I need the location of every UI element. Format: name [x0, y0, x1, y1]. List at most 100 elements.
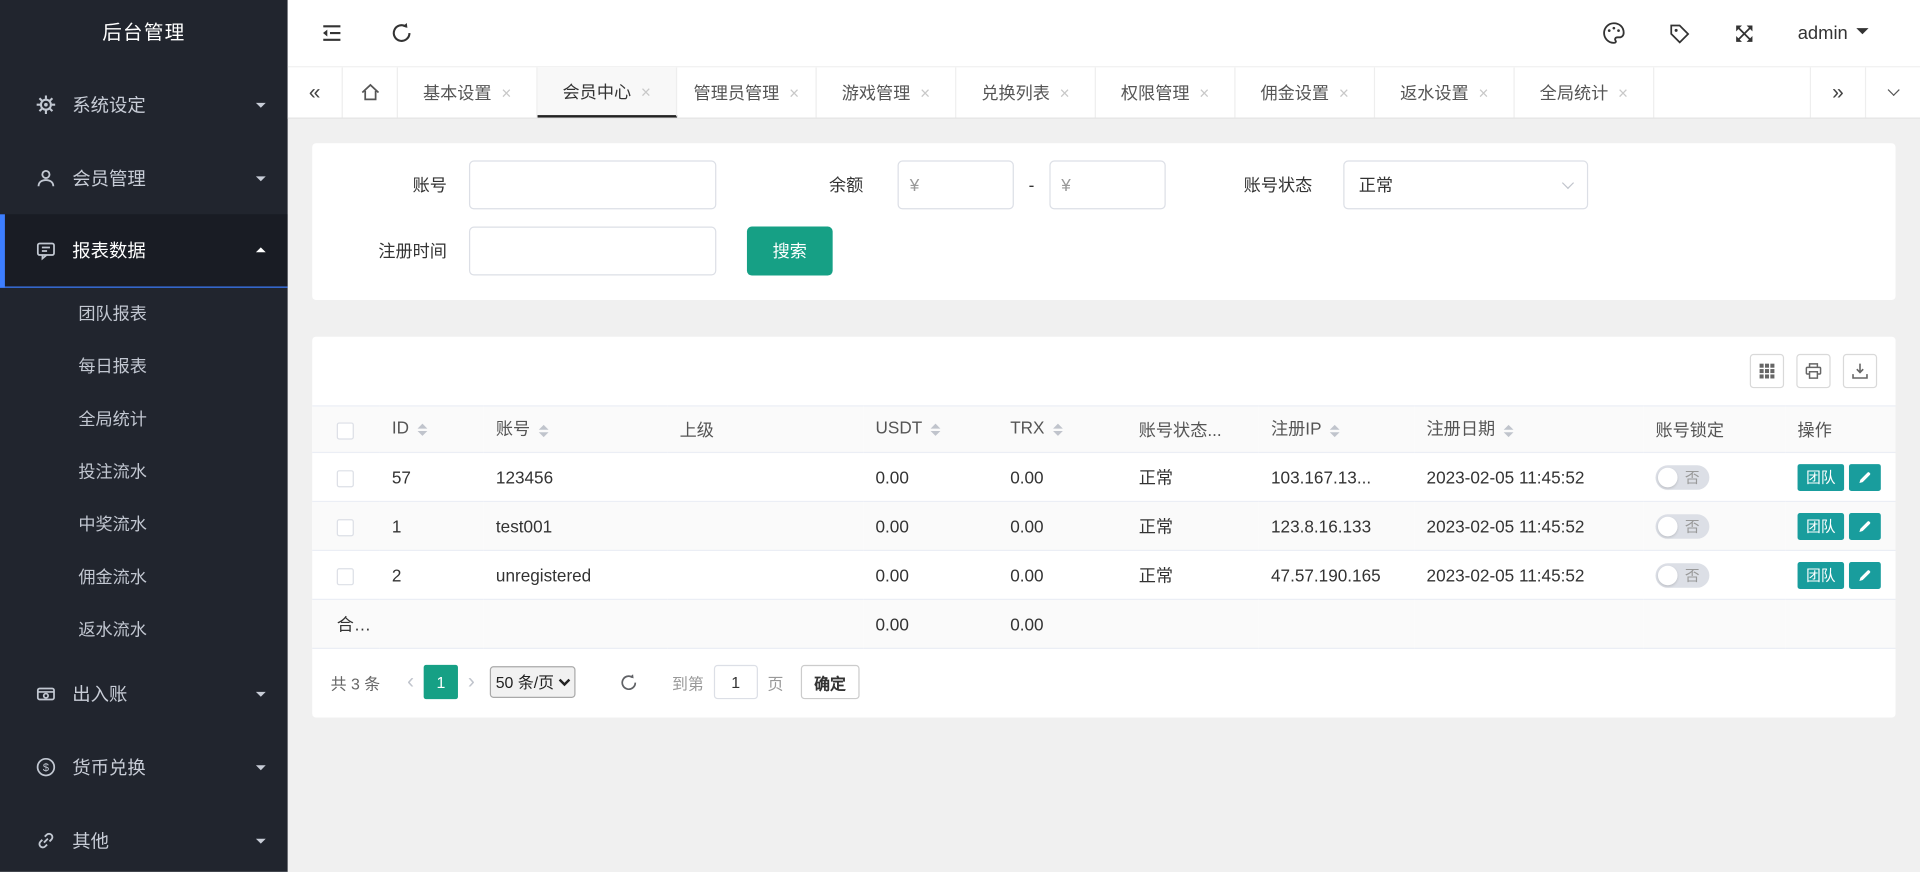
lock-toggle[interactable]: 否	[1656, 514, 1710, 538]
status-select[interactable]: 正常	[1343, 160, 1588, 209]
currency-symbol: ¥	[910, 175, 920, 195]
edit-button[interactable]	[1849, 561, 1881, 588]
close-icon[interactable]: ×	[920, 83, 930, 103]
sort-icon[interactable]	[931, 418, 941, 440]
sidebar-item-currency-exchange[interactable]: $ 货币兑换	[0, 730, 288, 803]
range-separator: -	[1029, 175, 1035, 195]
column-header-trx: TRX	[1010, 418, 1044, 438]
sidebar-item-member-management[interactable]: 会员管理	[0, 141, 288, 214]
close-icon[interactable]: ×	[641, 81, 651, 101]
sidebar-item-in-out-accounts[interactable]: 出入账	[0, 656, 288, 729]
sidebar-subitem-commission-flow[interactable]: 佣金流水	[0, 551, 288, 604]
tab-permission-management[interactable]: 权限管理×	[1096, 67, 1236, 117]
cell-ip: 123.8.16.133	[1259, 501, 1415, 550]
column-filter-button[interactable]	[1750, 354, 1784, 388]
column-header-usdt: USDT	[876, 418, 923, 438]
sort-icon[interactable]	[1330, 420, 1340, 442]
column-header-account: 账号	[496, 419, 530, 439]
scroll-tabs-right-button[interactable]: »	[1810, 67, 1865, 117]
export-button[interactable]	[1843, 354, 1877, 388]
column-header-lock: 账号锁定	[1656, 419, 1725, 439]
next-page-button[interactable]: ›	[468, 670, 475, 694]
theme-button[interactable]	[1602, 21, 1626, 45]
row-checkbox[interactable]	[337, 470, 354, 487]
cell-usdt: 0.00	[863, 501, 998, 550]
chevron-down-icon	[256, 765, 266, 775]
goto-page-input[interactable]	[714, 665, 758, 699]
close-icon[interactable]: ×	[1339, 83, 1349, 103]
chevron-down-icon	[1856, 28, 1868, 40]
sidebar-item-label: 出入账	[72, 680, 256, 706]
tab-label: 游戏管理	[842, 80, 911, 104]
cell-date: 2023-02-05 11:45:52	[1414, 501, 1643, 550]
team-button[interactable]: 团队	[1798, 561, 1845, 588]
tab-label: 全局统计	[1540, 80, 1609, 104]
column-header-parent: 上级	[680, 419, 714, 439]
summary-label: 合计	[312, 599, 379, 648]
search-button[interactable]: 搜索	[747, 227, 833, 276]
register-time-label: 注册时间	[337, 239, 447, 263]
tab-game-management[interactable]: 游戏管理 ×	[817, 67, 957, 117]
print-button[interactable]	[1796, 354, 1830, 388]
tab-basic-settings[interactable]: 基本设置×	[398, 67, 538, 117]
content-area: 账号 余额 ¥ - ¥ 账号状态 正常	[288, 119, 1920, 872]
close-icon[interactable]: ×	[1199, 83, 1209, 103]
tab-member-center[interactable]: 会员中心×	[538, 67, 678, 117]
select-all-checkbox[interactable]	[337, 422, 354, 439]
scroll-tabs-left-button[interactable]: «	[288, 67, 343, 117]
lock-toggle[interactable]: 否	[1656, 465, 1710, 489]
lock-toggle[interactable]: 否	[1656, 563, 1710, 587]
toggle-label: 否	[1685, 516, 1700, 537]
close-icon[interactable]: ×	[1060, 83, 1070, 103]
collapse-sidebar-button[interactable]	[320, 21, 344, 45]
sidebar-item-other[interactable]: 其他	[0, 803, 288, 872]
pencil-icon	[1858, 470, 1873, 485]
close-icon[interactable]: ×	[501, 83, 511, 103]
sort-icon[interactable]	[1053, 418, 1063, 440]
tab-exchange-list[interactable]: 兑换列表×	[956, 67, 1096, 117]
row-checkbox[interactable]	[337, 568, 354, 585]
page-size-select[interactable]: 50 条/页	[490, 666, 576, 698]
tab-commission-settings[interactable]: 佣金设置×	[1236, 67, 1376, 117]
balance-max-field: ¥	[1049, 160, 1165, 209]
sidebar-subitem-win-flow[interactable]: 中奖流水	[0, 498, 288, 551]
main-area: admin « 基本设置× 会员中心× 管理员管理× 游戏管理 × 兑换列表× 权…	[288, 0, 1920, 872]
sidebar-subitem-daily-report[interactable]: 每日报表	[0, 340, 288, 393]
confirm-page-button[interactable]: 确定	[801, 665, 860, 699]
close-icon[interactable]: ×	[1618, 83, 1628, 103]
sidebar-item-system-settings[interactable]: 系统设定	[0, 67, 288, 140]
prev-page-button[interactable]: ‹	[407, 670, 414, 694]
edit-button[interactable]	[1849, 463, 1881, 490]
topbar: admin	[288, 0, 1920, 67]
column-header-ip: 注册IP	[1271, 419, 1321, 439]
user-menu[interactable]: admin	[1798, 23, 1869, 44]
team-button[interactable]: 团队	[1798, 512, 1845, 539]
tab-admin-management[interactable]: 管理员管理×	[677, 67, 817, 117]
row-checkbox[interactable]	[337, 519, 354, 536]
close-icon[interactable]: ×	[1478, 83, 1488, 103]
sort-icon[interactable]	[539, 420, 549, 442]
refresh-button[interactable]	[391, 22, 413, 44]
account-input[interactable]	[469, 160, 716, 209]
refresh-table-button[interactable]	[619, 673, 637, 691]
tab-global-stats[interactable]: 全局统计 ×	[1515, 67, 1655, 117]
close-icon[interactable]: ×	[789, 83, 799, 103]
sort-icon[interactable]	[1504, 420, 1514, 442]
tab-rebate-settings[interactable]: 返水设置×	[1375, 67, 1515, 117]
edit-button[interactable]	[1849, 512, 1881, 539]
fullscreen-button[interactable]	[1733, 21, 1756, 44]
tab-menu-button[interactable]	[1865, 67, 1920, 117]
sidebar-subitem-team-report[interactable]: 团队报表	[0, 288, 288, 341]
tag-button[interactable]	[1668, 21, 1691, 44]
gear-icon	[34, 93, 56, 115]
page-number-button[interactable]: 1	[424, 665, 458, 699]
home-tab-button[interactable]	[343, 67, 398, 117]
sort-icon[interactable]	[418, 418, 428, 440]
cell-parent	[667, 501, 863, 550]
team-button[interactable]: 团队	[1798, 463, 1845, 490]
sidebar-item-report-data[interactable]: 报表数据	[0, 214, 288, 287]
sidebar-subitem-bet-flow[interactable]: 投注流水	[0, 446, 288, 499]
register-time-input[interactable]	[469, 227, 716, 276]
sidebar-subitem-global-stats[interactable]: 全局统计	[0, 393, 288, 446]
sidebar-subitem-rebate-flow[interactable]: 返水流水	[0, 604, 288, 657]
